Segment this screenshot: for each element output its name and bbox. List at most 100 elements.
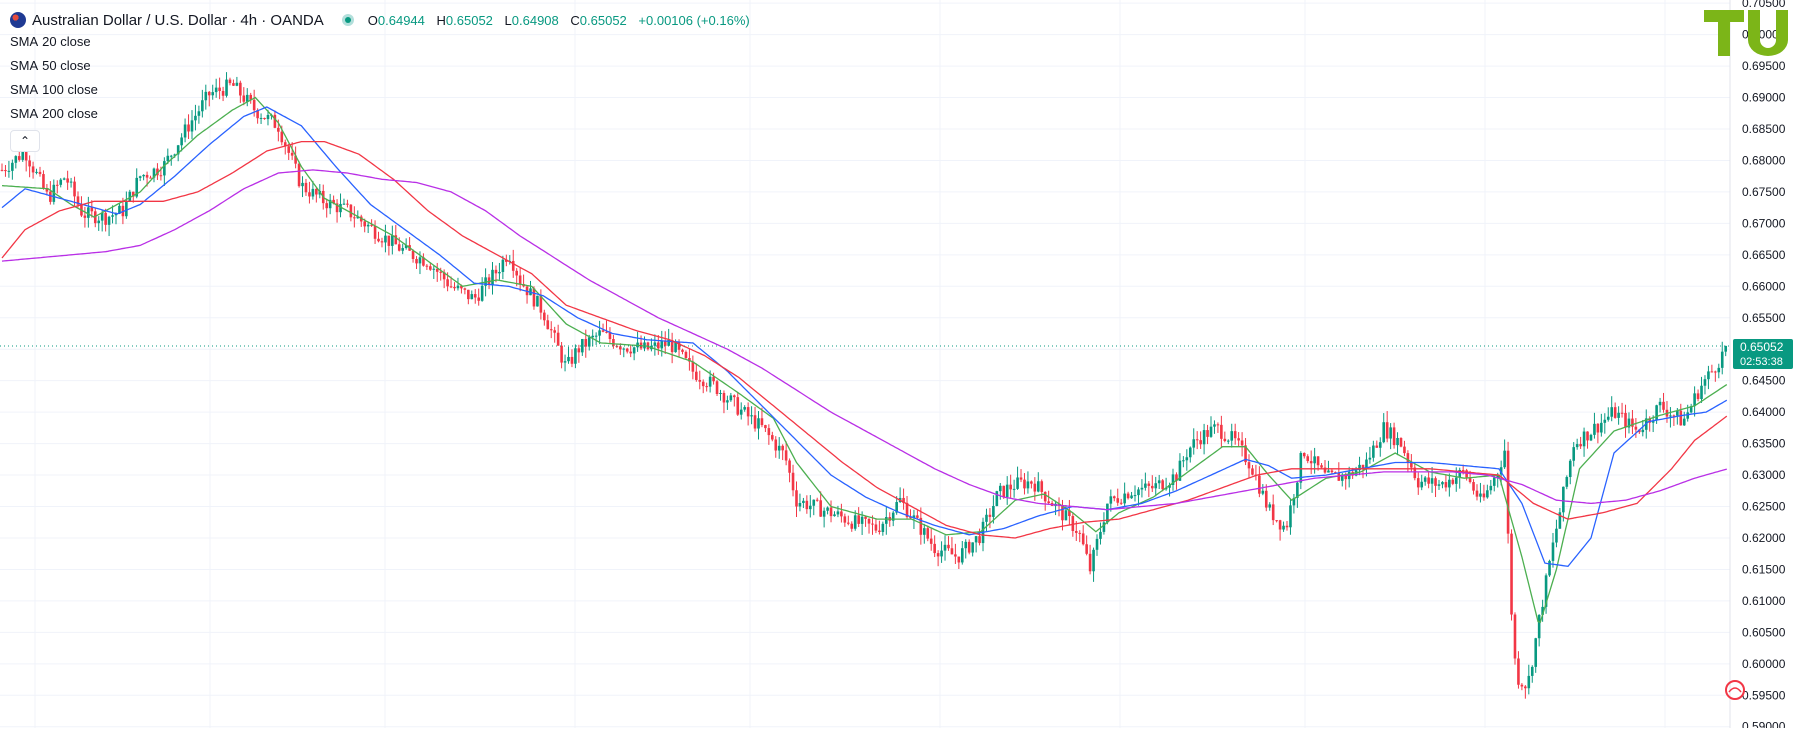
candle — [1033, 477, 1037, 501]
candle — [1313, 447, 1316, 474]
candle — [373, 220, 377, 244]
candle — [743, 405, 746, 412]
market-status-icon[interactable] — [341, 14, 354, 26]
candle — [335, 199, 339, 223]
candle — [967, 539, 971, 555]
candle — [1102, 512, 1106, 535]
candle — [1375, 440, 1379, 448]
candle — [1382, 413, 1386, 444]
collapse-legend-button[interactable]: ⌃ — [10, 130, 40, 152]
close-label: C — [570, 12, 580, 28]
candle — [549, 321, 553, 339]
candle — [746, 402, 750, 426]
candle — [1479, 482, 1482, 503]
candle — [608, 327, 612, 344]
indicator-sma200[interactable]: SMA 200 close — [10, 102, 758, 126]
candle — [14, 155, 18, 169]
low-value: 0.64908 — [511, 12, 559, 28]
candle — [477, 288, 480, 306]
candle — [909, 509, 912, 520]
candle — [470, 290, 474, 300]
candle — [138, 175, 142, 182]
candle — [1264, 484, 1268, 512]
broker-logo-icon — [1704, 10, 1788, 56]
candle — [325, 198, 329, 218]
candle — [684, 350, 688, 360]
candle — [31, 161, 35, 179]
candle — [1548, 559, 1551, 577]
candle — [1520, 683, 1524, 691]
indicator-sma20[interactable]: SMA 20 close — [10, 30, 758, 54]
indicator-param: 100 close — [42, 82, 98, 97]
candle — [1150, 475, 1154, 493]
candle — [1112, 495, 1116, 502]
candle — [1679, 403, 1683, 426]
candle — [1188, 446, 1192, 463]
candle — [1254, 464, 1258, 481]
candle — [1655, 404, 1658, 424]
candle — [1593, 412, 1596, 439]
price-chart[interactable]: 0.59000 0.59500 0.60000 0.60500 0.61000 0.615… — [0, 0, 1800, 733]
candle — [1157, 474, 1161, 490]
candle — [1337, 462, 1341, 481]
candle — [777, 437, 781, 459]
sma100-line — [1, 140, 1728, 539]
indicator-sma100[interactable]: SMA 100 close — [10, 78, 758, 102]
candle — [62, 177, 66, 181]
candle — [764, 424, 767, 433]
candle — [1707, 365, 1710, 390]
aud-usd-flag-icon — [10, 12, 26, 28]
candle — [974, 535, 978, 553]
candle — [339, 193, 342, 218]
candle — [328, 193, 332, 215]
candle — [598, 320, 601, 345]
candle — [1285, 521, 1289, 531]
candle — [1216, 422, 1220, 433]
candle — [553, 326, 556, 343]
indicator-name: SMA — [10, 82, 39, 97]
candle — [1389, 423, 1392, 450]
change-value: +0.00106 (+0.16%) — [638, 12, 750, 28]
candle — [1689, 403, 1693, 414]
candle — [0, 163, 4, 172]
candle — [1126, 491, 1130, 500]
candle — [667, 328, 670, 346]
candle — [663, 331, 667, 355]
candle — [387, 235, 391, 256]
candle — [498, 262, 501, 280]
candle — [1195, 431, 1199, 450]
candle — [1275, 520, 1278, 523]
y-tick-label: 0.59500 — [1742, 688, 1786, 702]
candle — [850, 521, 854, 532]
candle — [670, 332, 674, 364]
candle — [729, 392, 733, 402]
candle — [1579, 436, 1582, 449]
candle — [1292, 494, 1296, 514]
candle — [346, 199, 349, 208]
candle — [726, 395, 729, 410]
candle — [1724, 345, 1727, 357]
symbol-title[interactable]: Australian Dollar / U.S. Dollar · 4h · O… — [32, 12, 324, 29]
candle — [556, 324, 560, 346]
candle — [926, 525, 930, 542]
candle — [125, 191, 128, 219]
candle — [1392, 422, 1396, 449]
candle — [1489, 479, 1493, 495]
indicator-sma50[interactable]: SMA 50 close — [10, 54, 758, 78]
candle — [1396, 432, 1399, 456]
candle — [1634, 418, 1638, 438]
candle — [394, 224, 398, 245]
candle — [1416, 472, 1420, 495]
open-value: 0.64944 — [377, 12, 425, 28]
candle — [1019, 469, 1023, 483]
candle — [950, 537, 954, 555]
candle — [1624, 404, 1627, 438]
candle — [867, 518, 871, 534]
candle — [943, 535, 947, 561]
candle — [1720, 341, 1724, 375]
candle — [1099, 522, 1102, 545]
candle — [1558, 507, 1562, 529]
candle — [1696, 389, 1700, 402]
candle — [1572, 442, 1576, 467]
candle — [594, 332, 598, 345]
